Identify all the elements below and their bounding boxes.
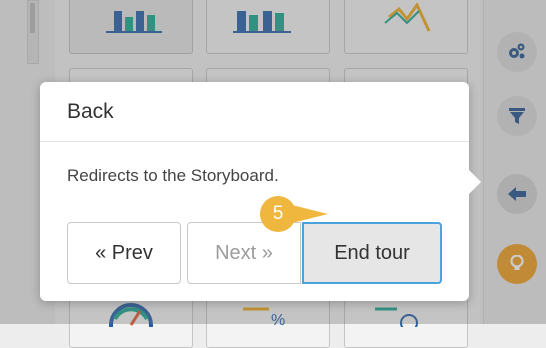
prev-button[interactable]: « Prev bbox=[67, 222, 181, 284]
step-number: 5 bbox=[260, 196, 296, 232]
tour-popover: Back Redirects to the Storyboard. « Prev… bbox=[40, 82, 481, 301]
popover-title: Back bbox=[40, 82, 469, 142]
popover-button-group: « Prev Next » End tour bbox=[67, 222, 442, 284]
popover-arrow bbox=[469, 170, 481, 194]
end-tour-button[interactable]: End tour bbox=[302, 222, 442, 284]
step-badge: 5 bbox=[260, 196, 328, 232]
popover-description: Redirects to the Storyboard. bbox=[67, 166, 279, 185]
